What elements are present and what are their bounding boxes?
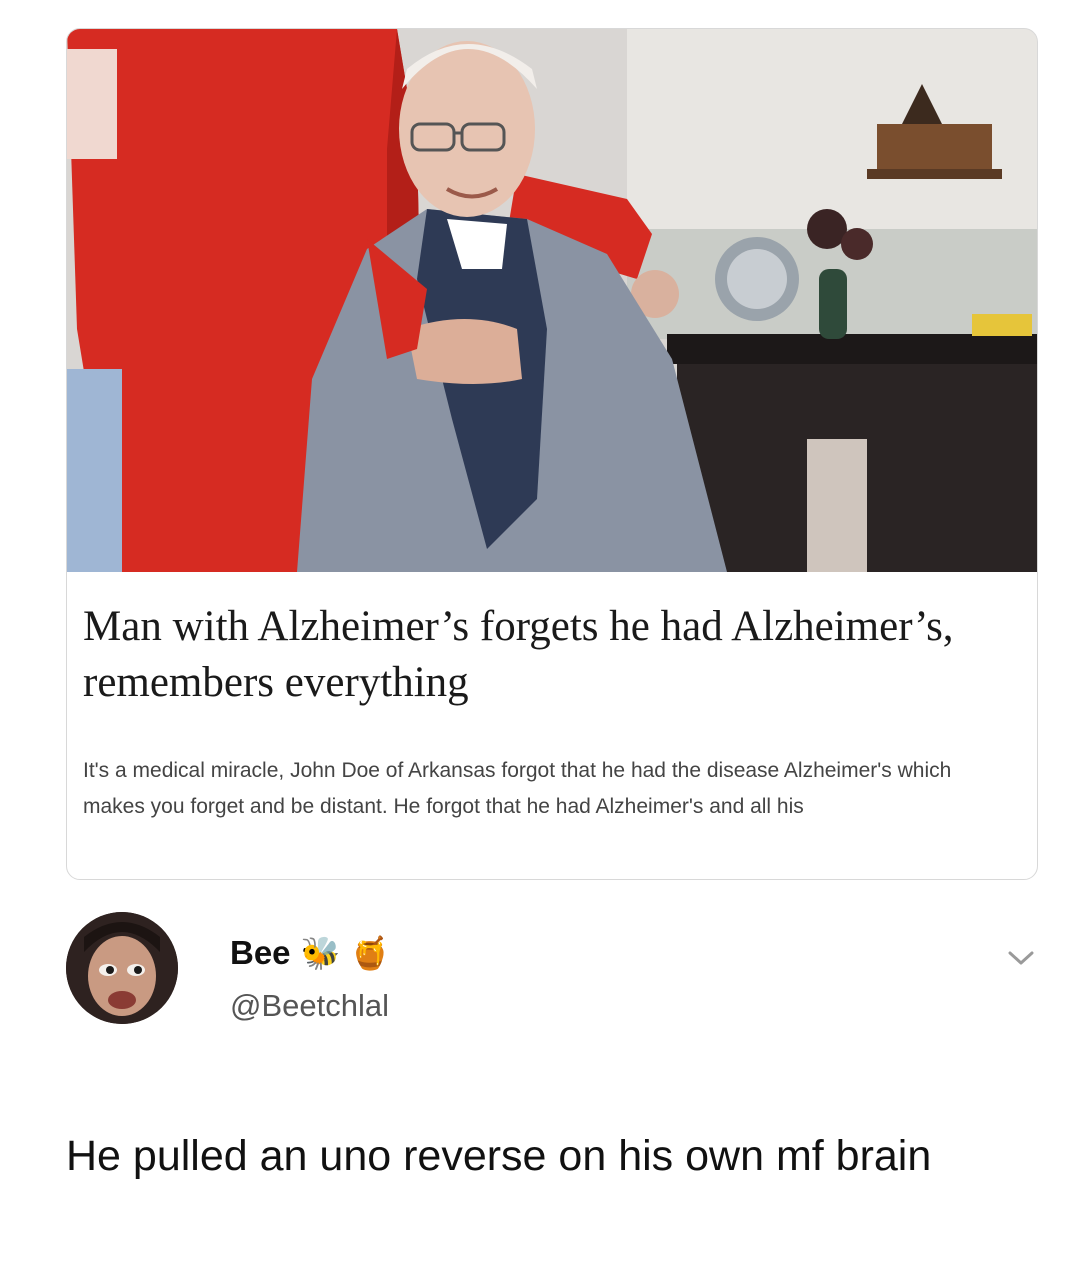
article-link-card[interactable]: Man with Alzheimer’s forgets he had Alzh… <box>66 28 1038 880</box>
avatar-face-illustration <box>66 912 178 1024</box>
tweet-text: He pulled an uno reverse on his own mf b… <box>66 1132 932 1180</box>
article-headline: Man with Alzheimer’s forgets he had Alzh… <box>83 603 954 706</box>
bee-icon: 🐝 <box>300 935 341 971</box>
honey-pot-icon: 🍯 <box>350 935 391 971</box>
article-snippet: It's a medical miracle, John Doe of Arka… <box>83 759 952 818</box>
tweet-author-row[interactable]: Bee 🐝 🍯 <box>230 934 390 972</box>
article-photo-illustration <box>67 29 1037 572</box>
user-handle[interactable]: @Beetchlal <box>230 988 389 1024</box>
chevron-down-icon[interactable] <box>1006 948 1036 968</box>
display-name[interactable]: Bee <box>230 934 291 972</box>
article-photo <box>67 29 1037 572</box>
avatar[interactable] <box>66 912 178 1024</box>
